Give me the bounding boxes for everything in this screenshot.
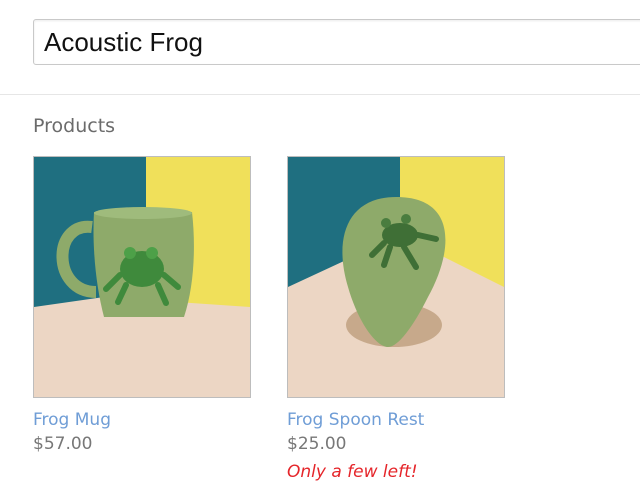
product-image-frog-mug[interactable]: [33, 156, 251, 398]
product-image-frog-spoon-rest[interactable]: [287, 156, 505, 398]
product-link-frog-spoon-rest[interactable]: Frog Spoon Rest: [287, 410, 505, 430]
divider: [0, 94, 640, 95]
section-title: Products: [33, 115, 116, 137]
product-price: $25.00: [287, 434, 347, 454]
product-link-frog-mug[interactable]: Frog Mug: [33, 410, 251, 430]
low-stock-badge: Only a few left!: [287, 462, 418, 482]
product-card: Frog Mug $57.00: [33, 156, 251, 454]
product-card: Frog Spoon Rest $25.00 Only a few left!: [287, 156, 505, 482]
product-price: $57.00: [33, 434, 93, 454]
search-input[interactable]: [33, 19, 640, 65]
